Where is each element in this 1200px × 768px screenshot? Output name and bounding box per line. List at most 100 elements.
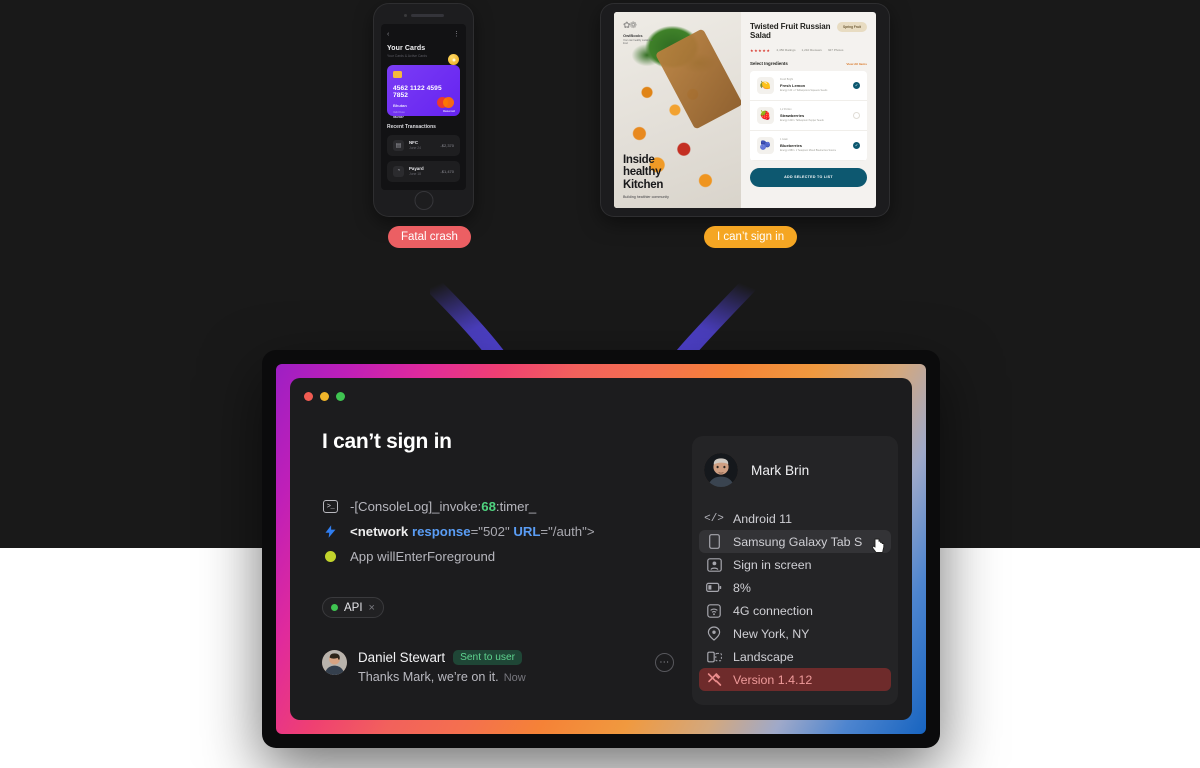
tag-status-dot bbox=[331, 604, 338, 611]
transaction-date: June 18 bbox=[409, 172, 422, 177]
device-row-label: Sign in screen bbox=[733, 557, 812, 572]
device-row-label: 8% bbox=[733, 580, 751, 595]
phone-topbar: ‹ ⋮ bbox=[387, 30, 460, 39]
phone-home-button bbox=[414, 191, 433, 210]
payment-icon: ◔ bbox=[393, 165, 404, 177]
device-tablet-icon bbox=[706, 534, 722, 549]
comment-text: Thanks Mark, we’re on it. Now bbox=[358, 670, 526, 684]
battery-icon bbox=[706, 582, 722, 593]
coin-icon bbox=[448, 54, 459, 65]
ingredient-detail: Energy 2480 • 1 Teaspoon Mixed Blueberri… bbox=[780, 149, 837, 153]
ingredient-detail: Energy 1420 • Tablespoon Pepper Seeds bbox=[780, 119, 824, 123]
phone-speaker bbox=[403, 14, 444, 17]
bank-icon: ▤ bbox=[393, 139, 404, 151]
transaction-amount: -$1,470 bbox=[440, 168, 454, 174]
maximize-icon[interactable] bbox=[336, 392, 345, 401]
card-brand-label: Mastercard bbox=[443, 109, 455, 113]
transaction-amount: -$2,370 bbox=[440, 142, 454, 148]
device-row-version[interactable]: Version 1.4.12 bbox=[699, 668, 891, 691]
list-item[interactable]: ▤ NFC June 24 -$2,370 bbox=[387, 134, 460, 156]
wrench-tools-icon bbox=[706, 672, 722, 687]
ingredient-checkbox[interactable] bbox=[853, 141, 860, 149]
device-properties-list: </> Android 11 Samsung Galaxy Tab S Sign… bbox=[699, 507, 891, 691]
ingredient-name: Strawberries bbox=[780, 112, 805, 118]
network-bolt-icon bbox=[322, 524, 339, 539]
blueberry-icon: 🫐 bbox=[757, 136, 774, 154]
comment-time: Now bbox=[503, 672, 526, 684]
page-title: I can’t sign in bbox=[322, 430, 452, 453]
brand-tagline: Your own healthy cooking & food bbox=[623, 39, 653, 46]
hero-text: Inside healthy Kitchen Building healthie… bbox=[623, 154, 669, 199]
device-row-screen[interactable]: Sign in screen bbox=[699, 553, 891, 576]
device-row-battery[interactable]: 8% bbox=[699, 576, 891, 599]
device-row-label: New York, NY bbox=[733, 626, 810, 641]
ingredient-name: Blueberries bbox=[780, 142, 803, 148]
tablet-mockup: ✿❁ OwlBooks Your own healthy cooking & f… bbox=[601, 4, 889, 216]
log-text: -[ConsoleLog]_invoke:68:timer_ bbox=[350, 499, 537, 514]
tag-api[interactable]: API × bbox=[322, 597, 384, 618]
device-row-orientation[interactable]: Landscape bbox=[699, 645, 891, 668]
transaction-title: NFC bbox=[409, 139, 419, 145]
transaction-title: Payard bbox=[409, 165, 424, 171]
phone-mockup: ‹ ⋮ Your Cards Your Cards & Active Cards… bbox=[374, 4, 473, 216]
wifi-signal-icon bbox=[706, 603, 722, 618]
comment-block: Daniel Stewart Sent to user Thanks Mark,… bbox=[322, 650, 674, 684]
gradient-bezel: I can’t sign in >_ -[ConsoleLog]_invoke:… bbox=[276, 364, 926, 734]
reporter-name: Mark Brin bbox=[751, 462, 810, 478]
ingredient-checkbox[interactable] bbox=[853, 111, 860, 119]
list-item[interactable]: ◔ Payard June 18 -$1,470 bbox=[387, 160, 460, 182]
terminal-glyph: >_ bbox=[323, 500, 338, 513]
app-window: I can’t sign in >_ -[ConsoleLog]_invoke:… bbox=[290, 378, 912, 720]
status-badge-cant-sign-in[interactable]: I can’t sign in bbox=[704, 226, 798, 248]
ingredient-kicker: 1,2 Portion bbox=[780, 108, 792, 112]
add-to-list-button[interactable]: ADD SELECTED TO LIST bbox=[750, 167, 867, 187]
hero-title: Inside healthy Kitchen bbox=[623, 153, 664, 191]
status-badge-sent-to-user: Sent to user bbox=[453, 650, 523, 665]
transaction-date: June 24 bbox=[409, 146, 422, 151]
log-row[interactable]: >_ -[ConsoleLog]_invoke:68:timer_ bbox=[322, 494, 674, 519]
tag-list: API × bbox=[322, 597, 674, 618]
list-item[interactable]: 🍋 Fresh Bright Fresh Lemon Energy 140 • … bbox=[750, 70, 867, 101]
menu-icon[interactable]: ⋮ bbox=[453, 31, 460, 38]
ingredient-kicker: Fresh Bright bbox=[780, 78, 794, 82]
rating-stars: ★★★★★ bbox=[750, 47, 771, 53]
terminal-icon: >_ bbox=[322, 500, 339, 513]
lemon-icon: 🍋 bbox=[757, 76, 774, 94]
minimize-icon[interactable] bbox=[320, 392, 329, 401]
back-icon[interactable]: ‹ bbox=[387, 31, 389, 38]
list-item[interactable]: 🍓 1,2 Portion Strawberries Energy 1420 •… bbox=[750, 100, 867, 131]
orientation-landscape-icon bbox=[706, 650, 722, 664]
window-controls bbox=[304, 392, 345, 401]
phone-screen: ‹ ⋮ Your Cards Your Cards & Active Cards… bbox=[381, 24, 466, 190]
device-row-label: Samsung Galaxy Tab S bbox=[733, 534, 863, 549]
device-row-label: Version 1.4.12 bbox=[733, 672, 813, 687]
ingredients-list: 🍋 Fresh Bright Fresh Lemon Energy 140 • … bbox=[750, 70, 867, 161]
recipe-meta: ★★★★★ 2,450 Ratings 1,210 Reviews 327 Ph… bbox=[750, 48, 867, 53]
ingredient-checkbox[interactable] bbox=[853, 81, 860, 89]
ingredient-name: Fresh Lemon bbox=[780, 82, 806, 88]
avatar bbox=[322, 650, 347, 675]
view-all-link[interactable]: View All Items bbox=[846, 62, 867, 66]
tag-label: API bbox=[344, 601, 363, 614]
logo-mark-icon: ✿❁ bbox=[623, 20, 637, 30]
device-row-label: 4G connection bbox=[733, 603, 813, 618]
meta-photos: 327 Photos bbox=[827, 48, 844, 53]
status-dot-icon bbox=[322, 551, 339, 562]
recipe-title: Twisted Fruit Russian Salad bbox=[750, 22, 831, 41]
location-pin-icon bbox=[706, 626, 722, 641]
more-options-icon[interactable]: ⋯ bbox=[655, 653, 674, 672]
device-row-location[interactable]: New York, NY bbox=[699, 622, 891, 645]
list-item[interactable]: 🫐 1 Grain Blueberries Energy 2480 • 1 Te… bbox=[750, 130, 867, 161]
ingredient-kicker: 1 Grain bbox=[780, 138, 788, 142]
device-row-network[interactable]: 4G connection bbox=[699, 599, 891, 622]
card-expiry: 06/2027 bbox=[393, 114, 404, 119]
log-row[interactable]: <network response="502" URL="/auth"> bbox=[322, 519, 674, 544]
tablet-screen: ✿❁ OwlBooks Your own healthy cooking & f… bbox=[614, 12, 876, 208]
reporter-user[interactable]: Mark Brin bbox=[704, 453, 886, 487]
device-row-os[interactable]: </> Android 11 bbox=[699, 507, 891, 530]
close-icon[interactable] bbox=[304, 392, 313, 401]
status-badge-fatal-crash[interactable]: Fatal crash bbox=[388, 226, 471, 248]
close-icon[interactable]: × bbox=[369, 602, 375, 614]
log-row[interactable]: App willEnterForeground bbox=[322, 544, 674, 569]
device-row-model[interactable]: Samsung Galaxy Tab S bbox=[699, 530, 891, 553]
